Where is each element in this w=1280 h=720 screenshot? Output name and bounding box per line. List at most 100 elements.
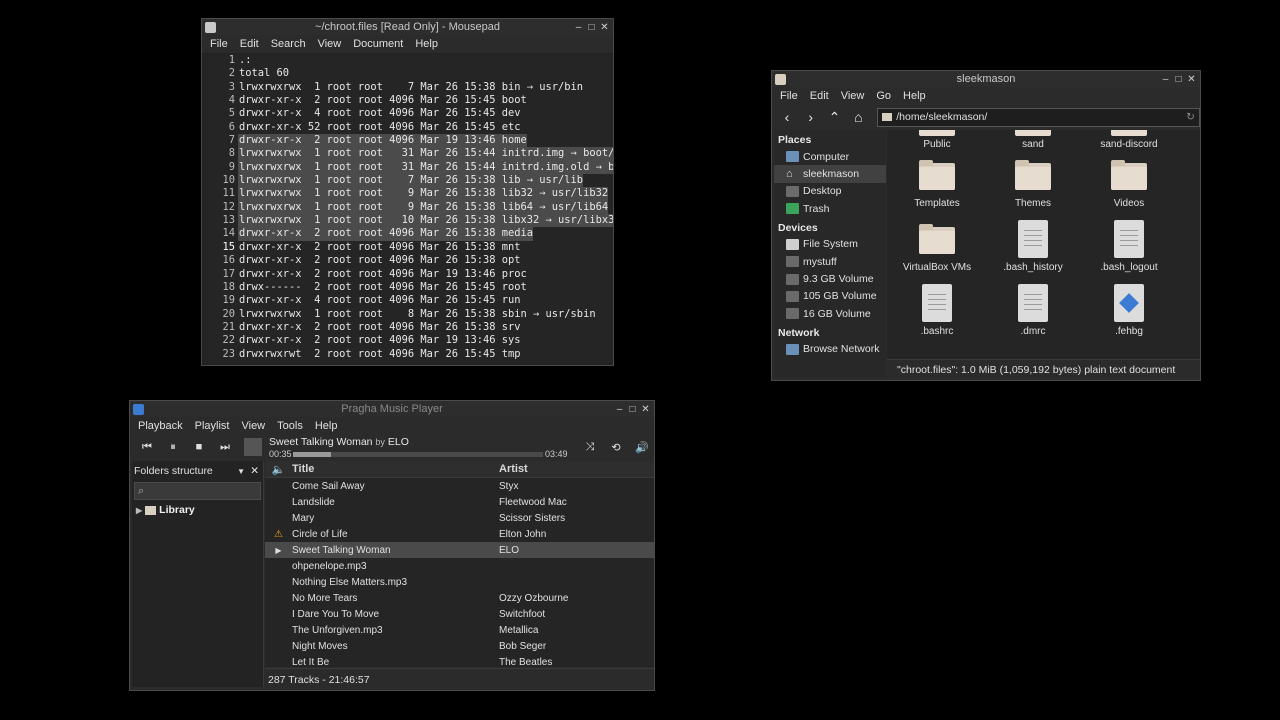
file-item-bash-history[interactable]: .bash_history [988,220,1078,273]
close-icon[interactable]: ✕ [640,404,651,415]
file-item-videos[interactable]: Videos [1084,160,1174,209]
column-artist[interactable]: Artist [499,463,654,475]
forward-icon[interactable]: › [802,108,820,126]
editor-line[interactable]: 5 drwxr-xr-x 4 root root 4096 Mar 26 15:4… [204,107,613,120]
menu-tools[interactable]: Tools [271,420,309,432]
up-icon[interactable]: ⌃ [826,108,844,126]
line-text[interactable]: .: [238,54,252,67]
line-text[interactable]: drwxr-xr-x 2 root root 4096 Mar 26 15:38… [238,241,521,254]
track-row[interactable]: The Unforgiven.mp3 Metallica [265,622,654,638]
line-text[interactable]: lrwxrwxrwx 1 root root 9 Mar 26 15:38 li… [238,200,609,215]
volume-icon[interactable]: 🔊 [631,437,653,457]
line-text[interactable]: lrwxrwxrwx 1 root root 7 Mar 26 15:38 bi… [238,81,583,94]
line-text[interactable]: lrwxrwxrwx 1 root root 7 Mar 26 15:38 li… [238,174,584,188]
progress-bar[interactable] [293,452,543,457]
track-row[interactable]: Let It Be The Beatles [265,654,654,668]
menu-view[interactable]: View [312,38,348,50]
track-row[interactable]: Night Moves Bob Seger [265,638,654,654]
stop-icon[interactable]: ■ [188,437,210,457]
line-text[interactable]: lrwxrwxrwx 1 root root 8 Mar 26 15:38 sb… [238,308,596,321]
line-text[interactable]: drwxr-xr-x 2 root root 4096 Mar 19 13:46… [238,134,527,148]
close-icon[interactable]: ✕ [599,22,610,33]
line-text[interactable]: drwxrwxrwt 2 root root 4096 Mar 26 15:45… [238,348,521,361]
editor-line[interactable]: 14 drwxr-xr-x 2 root root 4096 Mar 26 15:… [204,227,613,241]
editor-line[interactable]: 9 lrwxrwxrwx 1 root root 31 Mar 26 15:44 … [204,160,613,175]
menu-view[interactable]: View [235,420,271,432]
sidebar-item-home[interactable]: ⌂ sleekmason [774,165,886,183]
menu-help[interactable]: Help [409,38,444,50]
menu-edit[interactable]: Edit [234,38,265,50]
line-text[interactable]: drwxr-xr-x 2 root root 4096 Mar 26 15:45… [238,94,527,107]
shuffle-icon[interactable]: ⤨ [579,437,601,457]
track-row[interactable]: ▶ Sweet Talking Woman ELO [265,542,654,558]
file-item-themes[interactable]: Themes [988,160,1078,209]
editor-line[interactable]: 20 lrwxrwxrwx 1 root root 8 Mar 26 15:38 … [204,308,613,321]
track-row[interactable]: ohpenelope.mp3 [265,558,654,574]
editor-line[interactable]: 7 drwxr-xr-x 2 root root 4096 Mar 19 13:4… [204,134,613,148]
expander-icon[interactable]: ▶ [136,506,142,515]
track-row[interactable]: ⚠ Circle of Life Elton John [265,526,654,542]
maximize-icon[interactable]: □ [627,404,638,415]
location-bar[interactable]: /home/sleekmason/ ↻ [877,107,1200,127]
file-manager-window[interactable]: sleekmason – □ ✕ File Edit View Go Help … [771,70,1201,381]
minimize-icon[interactable]: – [1160,74,1171,85]
minimize-icon[interactable]: – [573,22,584,33]
file-item-bash-logout[interactable]: .bash_logout [1084,220,1174,273]
editor-line[interactable]: 6 drwxr-xr-x 52 root root 4096 Mar 26 15:… [204,121,613,134]
music-player-window[interactable]: Pragha Music Player – □ ✕ Playback Playl… [129,400,655,691]
maximize-icon[interactable]: □ [586,22,597,33]
editor-line[interactable]: 2 total 60 [204,67,613,80]
editor-line[interactable]: 22 drwxr-xr-x 2 root root 4096 Mar 19 13:… [204,334,613,347]
menu-search[interactable]: Search [265,38,312,50]
file-item-sand-discord[interactable]: sand-discord [1084,130,1174,150]
editor-line[interactable]: 16 drwxr-xr-x 2 root root 4096 Mar 26 15:… [204,254,613,267]
maximize-icon[interactable]: □ [1173,74,1184,85]
library-tree-item[interactable]: ▶ Library [132,501,263,516]
file-grid[interactable]: Public sand sand-discord Templates Theme… [887,130,1200,359]
previous-icon[interactable]: ⏮ [136,437,158,457]
minimize-icon[interactable]: – [614,404,625,415]
menu-edit[interactable]: Edit [804,90,835,102]
close-pane-icon[interactable]: ✕ [250,465,259,477]
line-text[interactable]: lrwxrwxrwx 1 root root 10 Mar 26 15:38 l… [238,214,613,228]
editor-line[interactable]: 23 drwxrwxrwt 2 root root 4096 Mar 26 15:… [204,348,613,361]
file-item-dmrc[interactable]: .dmrc [988,284,1078,337]
back-icon[interactable]: ‹ [778,108,796,126]
player-titlebar[interactable]: Pragha Music Player – □ ✕ [130,401,654,417]
editor-line[interactable]: 19 drwxr-xr-x 4 root root 4096 Mar 26 15:… [204,294,613,307]
file-item-templates[interactable]: Templates [892,160,982,209]
file-item-virtualbox-vms[interactable]: VirtualBox VMs [892,224,982,273]
pause-icon[interactable]: ⏸ [162,437,184,457]
track-row[interactable]: Landslide Fleetwood Mac [265,494,654,510]
track-row[interactable]: Come Sail Away Styx [265,478,654,494]
line-text[interactable]: drwxr-xr-x 2 root root 4096 Mar 19 13:46… [238,268,527,281]
track-row[interactable]: Mary Scissor Sisters [265,510,654,526]
next-icon[interactable]: ⏭ [214,437,236,457]
editor-line[interactable]: 3 lrwxrwxrwx 1 root root 7 Mar 26 15:38 b… [204,81,613,94]
editor-line[interactable]: 18 drwx------ 2 root root 4096 Mar 26 15:… [204,281,613,294]
editor-line[interactable]: 11 lrwxrwxrwx 1 root root 9 Mar 26 15:38 … [204,187,613,201]
menu-help[interactable]: Help [309,420,344,432]
menu-file[interactable]: File [204,38,234,50]
sidebar-item-desktop[interactable]: Desktop [774,183,886,200]
editor-line[interactable]: 12 lrwxrwxrwx 1 root root 9 Mar 26 15:38 … [204,200,613,215]
line-text[interactable]: drwxr-xr-x 2 root root 4096 Mar 26 15:38… [238,227,534,241]
line-text[interactable]: lrwxrwxrwx 1 root root 9 Mar 26 15:38 li… [238,187,609,201]
line-text[interactable]: drwxr-xr-x 2 root root 4096 Mar 19 13:46… [238,334,521,347]
file-item-public[interactable]: Public [892,130,982,150]
repeat-icon[interactable]: ⟲ [605,437,627,457]
column-title[interactable]: Title [292,463,499,475]
track-row[interactable]: No More Tears Ozzy Ozbourne [265,590,654,606]
editor-line[interactable]: 17 drwxr-xr-x 2 root root 4096 Mar 19 13:… [204,268,613,281]
track-row[interactable]: I Dare You To Move Switchfoot [265,606,654,622]
mousepad-titlebar[interactable]: ~/chroot.files [Read Only] - Mousepad – … [202,19,613,35]
file-item-fehbg[interactable]: .fehbg [1084,284,1174,337]
sidebar-item-volume-105gb[interactable]: 105 GB Volume [774,288,886,305]
chevron-down-icon[interactable]: ▼ [237,467,245,476]
editor-line[interactable]: 15 drwxr-xr-x 2 root root 4096 Mar 26 15:… [204,241,613,254]
line-text[interactable]: drwxr-xr-x 4 root root 4096 Mar 26 15:45… [238,107,521,120]
menu-file[interactable]: File [774,90,804,102]
track-row[interactable]: Nothing Else Matters.mp3 [265,574,654,590]
menu-playback[interactable]: Playback [132,420,189,432]
menu-playlist[interactable]: Playlist [189,420,236,432]
